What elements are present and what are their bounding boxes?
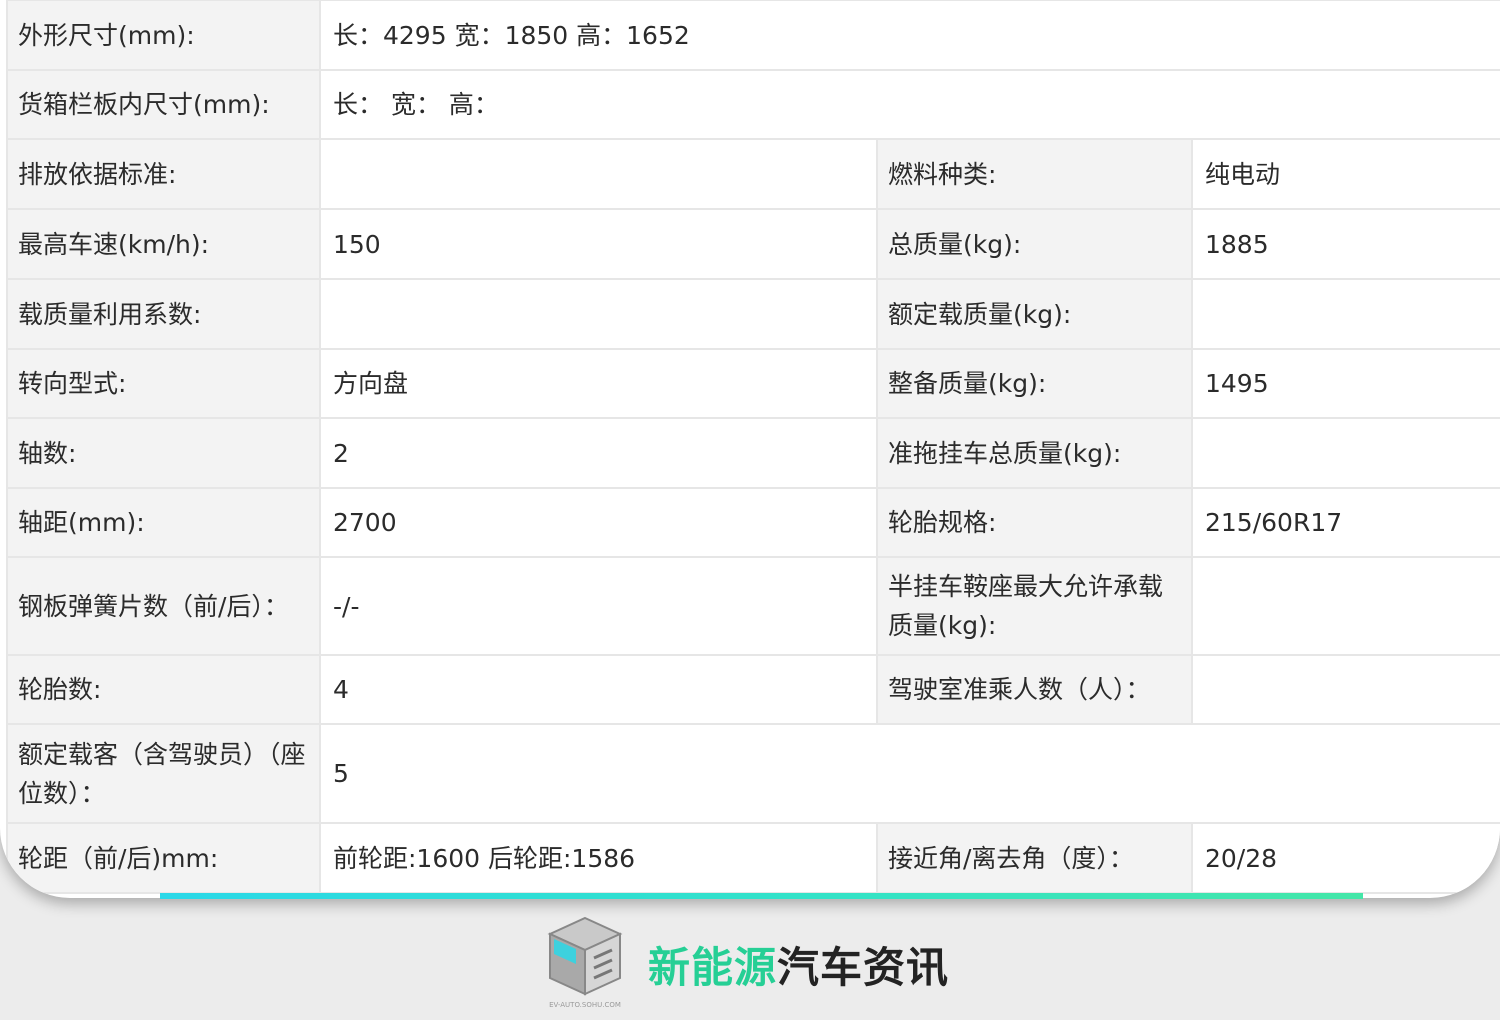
spec-label: 额定载客（含驾驶员）（座位数）： bbox=[6, 723, 321, 824]
spec-label: 轴数: bbox=[6, 417, 321, 489]
spec-label: 半挂车鞍座最大允许承载质量(kg): bbox=[876, 556, 1193, 656]
spec-value: 前轮距:1600 后轮距:1586 bbox=[319, 822, 878, 894]
spec-value: 4 bbox=[319, 654, 878, 725]
spec-value bbox=[319, 138, 878, 210]
spec-label: 货箱栏板内尺寸(mm): bbox=[6, 69, 321, 140]
table-row: 额定载客（含驾驶员）（座位数）： 5 bbox=[6, 723, 1500, 824]
spec-label: 准拖挂车总质量(kg): bbox=[876, 417, 1193, 489]
logo-caption: EV-AUTO.SOHU.COM bbox=[549, 1001, 621, 1009]
spec-label: 总质量(kg): bbox=[876, 208, 1193, 280]
table-row: 轴数: 2 准拖挂车总质量(kg): bbox=[6, 417, 1500, 489]
spec-value: 20/28 bbox=[1191, 822, 1500, 894]
spec-label: 载质量利用系数: bbox=[6, 278, 321, 350]
ev-cube-logo-icon: EV-AUTO.SOHU.COM bbox=[540, 912, 630, 1010]
spec-label: 整备质量(kg): bbox=[876, 348, 1193, 419]
spec-value: 1885 bbox=[1191, 208, 1500, 280]
spec-label: 驾驶室准乘人数（人）： bbox=[876, 654, 1193, 725]
spec-value: -/- bbox=[319, 556, 878, 656]
table-row: 最高车速(km/h): 150 总质量(kg): 1885 bbox=[6, 208, 1500, 280]
spec-label: 接近角/离去角（度）： bbox=[876, 822, 1193, 894]
table-row: 排放依据标准: 燃料种类: 纯电动 bbox=[6, 138, 1500, 210]
brand-title-green: 新能源 bbox=[648, 943, 778, 992]
spec-label: 排放依据标准: bbox=[6, 138, 321, 210]
spec-label: 轮距（前/后)mm: bbox=[6, 822, 321, 894]
brand-title-dark: 汽车资讯 bbox=[777, 943, 950, 992]
table-row: 载质量利用系数: 额定载质量(kg): bbox=[6, 278, 1500, 350]
table-row: 轮距（前/后)mm: 前轮距:1600 后轮距:1586 接近角/离去角（度）：… bbox=[6, 822, 1500, 894]
spec-value: 长：4295 宽：1850 高：1652 bbox=[319, 0, 1500, 71]
table-row: 外形尺寸(mm): 长：4295 宽：1850 高：1652 bbox=[6, 0, 1500, 71]
spec-value bbox=[1191, 654, 1500, 725]
spec-label: 燃料种类: bbox=[876, 138, 1193, 210]
spec-label: 转向型式: bbox=[6, 348, 321, 419]
spec-value: 方向盘 bbox=[319, 348, 878, 419]
spec-label: 外形尺寸(mm): bbox=[6, 0, 321, 71]
spec-label: 钢板弹簧片数（前/后）： bbox=[6, 556, 321, 656]
table-row: 轮胎数: 4 驾驶室准乘人数（人）： bbox=[6, 654, 1500, 725]
accent-gradient-bar bbox=[160, 893, 1363, 899]
table-row: 转向型式: 方向盘 整备质量(kg): 1495 bbox=[6, 348, 1500, 419]
spec-value: 150 bbox=[319, 208, 878, 280]
spec-value bbox=[1191, 556, 1500, 656]
spec-card: 外形尺寸(mm): 长：4295 宽：1850 高：1652 货箱栏板内尺寸(m… bbox=[0, 0, 1500, 898]
spec-label: 轴距(mm): bbox=[6, 487, 321, 558]
spec-label: 最高车速(km/h): bbox=[6, 208, 321, 280]
spec-value: 5 bbox=[319, 723, 1500, 824]
spec-value: 纯电动 bbox=[1191, 138, 1500, 210]
table-row: 货箱栏板内尺寸(mm): 长： 宽： 高： bbox=[6, 69, 1500, 140]
vehicle-spec-table: 外形尺寸(mm): 长：4295 宽：1850 高：1652 货箱栏板内尺寸(m… bbox=[6, 0, 1500, 894]
brand-title: 新能源汽车资讯 bbox=[648, 934, 949, 995]
spec-value: 2 bbox=[319, 417, 878, 489]
spec-value bbox=[1191, 417, 1500, 489]
spec-value: 1495 bbox=[1191, 348, 1500, 419]
spec-label: 轮胎规格: bbox=[876, 487, 1193, 558]
spec-value bbox=[319, 278, 878, 350]
spec-value: 长： 宽： 高： bbox=[319, 69, 1500, 140]
spec-value: 2700 bbox=[319, 487, 878, 558]
spec-label: 轮胎数: bbox=[6, 654, 321, 725]
table-row: 轴距(mm): 2700 轮胎规格: 215/60R17 bbox=[6, 487, 1500, 558]
spec-value: 215/60R17 bbox=[1191, 487, 1500, 558]
spec-value bbox=[1191, 278, 1500, 350]
table-row: 钢板弹簧片数（前/后）： -/- 半挂车鞍座最大允许承载质量(kg): bbox=[6, 556, 1500, 656]
spec-label: 额定载质量(kg): bbox=[876, 278, 1193, 350]
